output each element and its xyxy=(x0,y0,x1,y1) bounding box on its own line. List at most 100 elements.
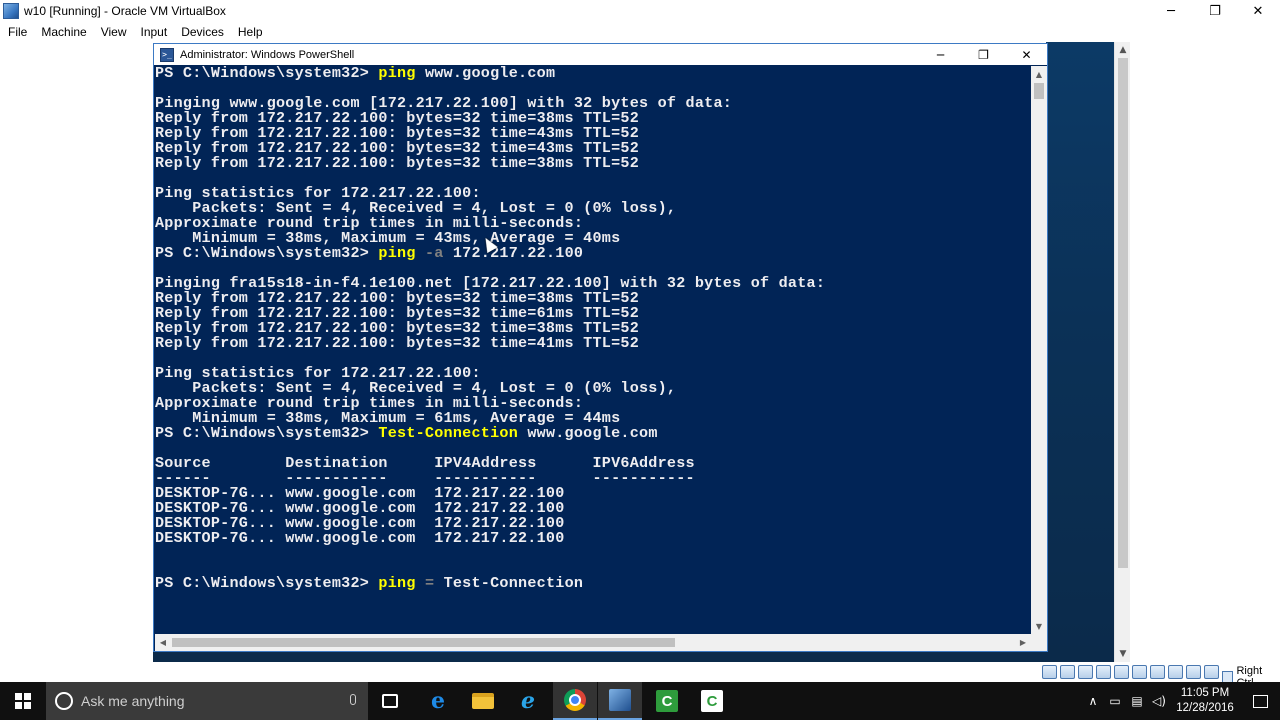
scroll-up-arrow-icon[interactable]: ▲ xyxy=(1115,42,1131,58)
guest-vertical-scrollbar[interactable]: ▲ ▼ xyxy=(1114,42,1130,662)
console-text: PS C:\Windows\system32> xyxy=(155,244,379,262)
system-tray: ∧ ▭ ▤ ◁) 11:05 PM 12/28/2016 xyxy=(1082,682,1280,720)
restore-button[interactable]: ❐ xyxy=(1193,0,1237,22)
video-capture-icon[interactable] xyxy=(1168,665,1183,679)
ps-scroll-left-icon[interactable]: ◀ xyxy=(155,634,171,651)
guest-desktop-background xyxy=(1046,42,1114,662)
console-text: Reply from 172.217.22.100: bytes=32 time… xyxy=(155,154,640,172)
powershell-title: Administrator: Windows PowerShell xyxy=(180,48,355,61)
guest-display[interactable]: ▲ ▼ >_ Administrator: Windows PowerShell… xyxy=(0,42,1280,682)
console-line: PS C:\Windows\system32> ping -a 172.217.… xyxy=(155,244,1031,262)
start-button[interactable] xyxy=(0,682,46,720)
console-text: www.google.com xyxy=(527,424,658,442)
console-line: PS C:\Windows\system32> ping www.google.… xyxy=(155,66,1031,81)
display-icon[interactable] xyxy=(1150,665,1165,679)
virtualbox-statusbar: Right Ctrl xyxy=(0,662,1280,689)
clock[interactable]: 11:05 PM 12/28/2016 xyxy=(1170,686,1240,716)
shared-folders-icon[interactable] xyxy=(1132,665,1147,679)
close-button[interactable]: ✕ xyxy=(1236,0,1280,22)
clock-time: 11:05 PM xyxy=(1180,687,1230,699)
notification-icon xyxy=(1252,694,1268,708)
ps-vertical-scrollbar[interactable]: ▲ ▼ xyxy=(1031,66,1047,634)
console-line: PS C:\Windows\system32> Test-Connection … xyxy=(155,424,1031,442)
volume-icon[interactable]: ◁) xyxy=(1148,682,1170,720)
console-text: PS C:\Windows\system32> xyxy=(155,66,379,82)
clock-date: 12/28/2016 xyxy=(1176,702,1234,714)
taskbar-app-internet-explorer[interactable]: e xyxy=(506,682,550,720)
ps-scroll-up-icon[interactable]: ▲ xyxy=(1031,66,1047,82)
scroll-down-arrow-icon[interactable]: ▼ xyxy=(1115,646,1131,662)
camtasia-studio-icon: C xyxy=(701,690,723,712)
microphone-icon[interactable] xyxy=(350,694,356,705)
action-center-button[interactable] xyxy=(1240,682,1280,720)
menu-view[interactable]: View xyxy=(95,25,133,39)
virtualbox-icon xyxy=(609,689,631,711)
internet-explorer-icon: e xyxy=(521,688,535,714)
console-line: Reply from 172.217.22.100: bytes=32 time… xyxy=(155,334,1031,352)
ps-hscroll-thumb[interactable] xyxy=(172,638,675,647)
powershell-console[interactable]: PS C:\Windows\system32> ping www.google.… xyxy=(155,66,1031,634)
console-line: Reply from 172.217.22.100: bytes=32 time… xyxy=(155,154,1031,172)
usb-icon[interactable] xyxy=(1114,665,1129,679)
virtualbox-menubar: File Machine View Input Devices Help xyxy=(0,22,1280,42)
menu-devices[interactable]: Devices xyxy=(175,25,230,39)
taskbar: Ask me anything e e C C ∧ ▭ ▤ ◁) 11:05 PM 1… xyxy=(0,682,1280,720)
mouse-integration-icon[interactable] xyxy=(1204,665,1219,679)
ps-scroll-down-icon[interactable]: ▼ xyxy=(1031,618,1047,634)
windows-logo-icon xyxy=(15,693,31,709)
network-tray-icon[interactable]: ▤ xyxy=(1126,682,1148,720)
ps-close-button[interactable]: ✕ xyxy=(1005,44,1048,65)
ps-horizontal-scrollbar[interactable]: ◀ ▶ xyxy=(155,634,1031,651)
console-text: ping xyxy=(378,244,425,262)
console-line: DESKTOP-7G... www.google.com 172.217.22.… xyxy=(155,529,1031,547)
ps-restore-button[interactable]: ❐ xyxy=(962,44,1005,65)
console-text: -a xyxy=(424,244,453,262)
taskbar-app-virtualbox[interactable] xyxy=(598,682,642,720)
show-hidden-icons-chevron-icon[interactable]: ∧ xyxy=(1082,682,1104,720)
menu-machine[interactable]: Machine xyxy=(35,25,92,39)
screen: w10 [Running] - Oracle VM VirtualBox ─ ❐… xyxy=(0,0,1280,720)
ps-vscroll-thumb[interactable] xyxy=(1034,83,1044,99)
console-text: www.google.com xyxy=(424,66,556,82)
console-text: Reply from 172.217.22.100: bytes=32 time… xyxy=(155,334,640,352)
battery-icon[interactable]: ▭ xyxy=(1104,682,1126,720)
taskbar-app-file-explorer[interactable] xyxy=(461,682,505,720)
folder-icon xyxy=(472,693,494,709)
network-icon[interactable] xyxy=(1096,665,1111,679)
search-placeholder: Ask me anything xyxy=(81,693,185,709)
powershell-titlebar[interactable]: >_ Administrator: Windows PowerShell ─ ❐… xyxy=(154,44,1047,65)
ps-scroll-right-icon[interactable]: ▶ xyxy=(1015,634,1031,651)
task-view-icon xyxy=(382,694,398,708)
cortana-search-box[interactable]: Ask me anything xyxy=(46,682,368,720)
minimize-button[interactable]: ─ xyxy=(1149,0,1193,22)
ps-scroll-corner xyxy=(1031,634,1047,651)
console-text: 172.217.22.100 xyxy=(452,244,584,262)
powershell-window[interactable]: >_ Administrator: Windows PowerShell ─ ❐… xyxy=(153,43,1048,652)
taskbar-app-camtasia-recorder[interactable]: C xyxy=(645,682,689,720)
console-text: DESKTOP-7G... www.google.com 172.217.22.… xyxy=(155,529,565,547)
menu-help[interactable]: Help xyxy=(232,25,269,39)
console-text: Test-Connection xyxy=(378,424,528,442)
ps-minimize-button[interactable]: ─ xyxy=(919,44,962,65)
powershell-icon: >_ xyxy=(160,47,174,62)
menu-input[interactable]: Input xyxy=(135,25,174,39)
console-line: PS C:\Windows\system32> ping = Test-Conn… xyxy=(155,574,1031,592)
scrollbar-thumb[interactable] xyxy=(1118,58,1128,568)
taskbar-app-edge[interactable]: e xyxy=(416,682,460,720)
virtualbox-icon xyxy=(3,3,19,19)
camtasia-icon: C xyxy=(656,690,678,712)
optical-drive-icon[interactable] xyxy=(1060,665,1075,679)
edge-icon: e xyxy=(431,688,445,714)
taskbar-app-task-view[interactable] xyxy=(368,682,412,720)
taskbar-app-camtasia-studio[interactable]: C xyxy=(690,682,734,720)
console-text: PS C:\Windows\system32> xyxy=(155,574,379,592)
console-text: PS C:\Windows\system32> xyxy=(155,424,379,442)
hard-disk-icon[interactable] xyxy=(1042,665,1057,679)
audio-icon[interactable] xyxy=(1078,665,1093,679)
virtualbox-titlebar: w10 [Running] - Oracle VM VirtualBox ─ ❐… xyxy=(0,0,1280,22)
console-text: ping xyxy=(378,66,425,82)
cpu-icon[interactable] xyxy=(1186,665,1201,679)
menu-file[interactable]: File xyxy=(2,25,33,39)
taskbar-app-chrome[interactable] xyxy=(553,682,597,720)
